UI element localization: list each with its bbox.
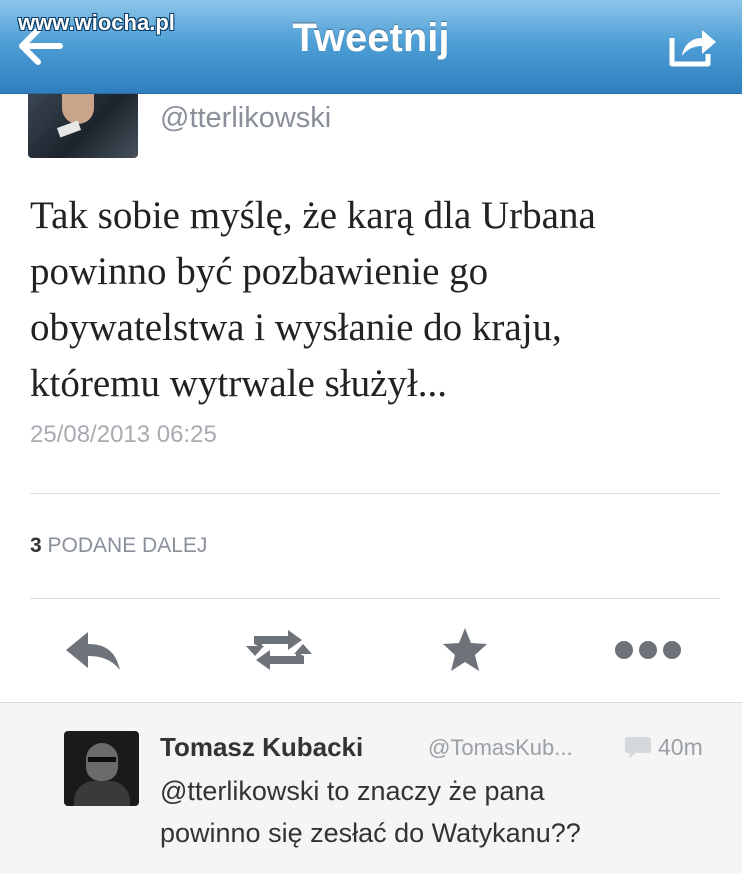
retweet-count-number: 3 bbox=[30, 534, 42, 557]
reply-author-handle[interactable]: @TomasKub... bbox=[428, 735, 618, 761]
reply-avatar[interactable] bbox=[64, 731, 139, 806]
reply-icon bbox=[66, 632, 120, 670]
divider bbox=[30, 598, 720, 599]
reply-button[interactable] bbox=[64, 626, 120, 674]
tweet-text-line: Tak sobie myślę, że karą dla Urbana bbox=[30, 194, 596, 237]
retweet-count[interactable]: 3 PODANE DALEJ bbox=[30, 534, 207, 558]
top-navigation-bar: Tweetnij www.wiocha.pl bbox=[0, 0, 742, 94]
retweet-count-label: PODANE DALEJ bbox=[47, 534, 208, 557]
tweet-timestamp: 25/08/2013 06:25 bbox=[30, 421, 217, 448]
share-button[interactable] bbox=[668, 24, 720, 68]
more-icon bbox=[615, 641, 681, 659]
author-avatar[interactable] bbox=[28, 94, 138, 158]
more-button[interactable] bbox=[612, 626, 688, 674]
conversation-bubble-icon bbox=[625, 737, 651, 758]
retweet-button[interactable] bbox=[244, 626, 312, 674]
tweet-text-line: obywatelstwa i wysłanie do kraju, bbox=[30, 306, 562, 349]
author-handle[interactable]: @tterlikowski bbox=[160, 102, 331, 135]
reply-text-line: @tterlikowski to znaczy że pana bbox=[160, 776, 545, 806]
reply-time: 40m bbox=[658, 734, 703, 760]
reply-text: @tterlikowski to znaczy że pana powinno … bbox=[160, 770, 730, 854]
reply-author-name[interactable]: Tomasz Kubacki bbox=[160, 732, 363, 763]
tweet-text-line: powinno być pozbawienie go bbox=[30, 250, 489, 293]
reply-text-line: powinno się zesłać do Watykanu?? bbox=[160, 818, 581, 848]
star-icon bbox=[443, 628, 487, 671]
tweet-text: Tak sobie myślę, że karą dla Urbana powi… bbox=[30, 188, 720, 412]
watermark: www.wiocha.pl bbox=[18, 10, 175, 35]
retweet-icon bbox=[246, 630, 312, 670]
favorite-button[interactable] bbox=[440, 626, 496, 674]
share-icon bbox=[669, 30, 716, 67]
tweet-text-line: któremu wytrwale służył... bbox=[30, 362, 447, 405]
divider bbox=[30, 493, 720, 494]
